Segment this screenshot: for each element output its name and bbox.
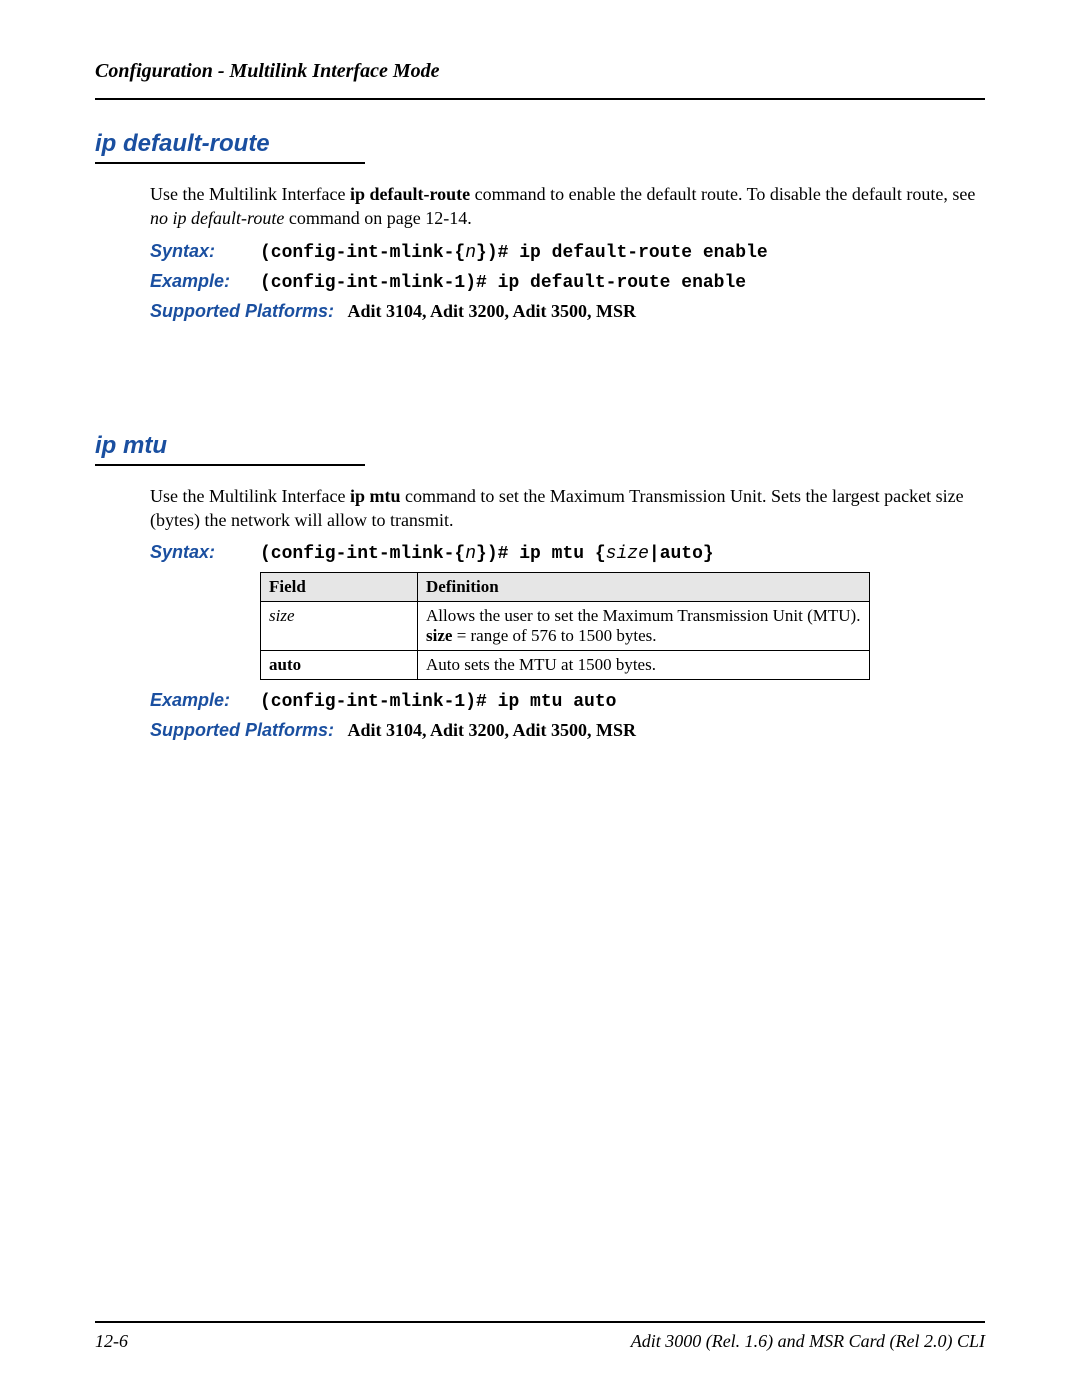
syntax-code: }: [703, 544, 714, 564]
field-table: Field Definition size Allows the user to…: [260, 572, 870, 680]
cell-definition: Allows the user to set the Maximum Trans…: [418, 602, 870, 651]
intro-text: Use the Multilink Interface: [150, 486, 350, 506]
table-header-row: Field Definition: [261, 573, 870, 602]
example-value: (config-int-mlink-1)# ip default-route e…: [260, 273, 985, 293]
def-text: Allows the user to set the Maximum Trans…: [426, 606, 860, 625]
section1-platforms: Supported Platforms: Adit 3104, Adit 320…: [150, 301, 985, 322]
platforms-label: Supported Platforms:: [150, 720, 334, 740]
col-definition: Definition: [418, 573, 870, 602]
syntax-row: Syntax: (config-int-mlink-{n})# ip mtu {…: [150, 542, 985, 564]
section-title-ip-mtu: ip mtu: [95, 432, 985, 460]
section-title-underline: [95, 162, 365, 164]
section2-syntax: Syntax: (config-int-mlink-{n})# ip mtu {…: [150, 542, 985, 564]
platforms-value: Adit 3104, Adit 3200, Adit 3500, MSR: [348, 720, 637, 740]
example-label: Example:: [150, 271, 260, 292]
intro-ref: no ip default-route: [150, 208, 284, 228]
intro-text: command on page 12-14.: [284, 208, 471, 228]
section2-example: Example: (config-int-mlink-1)# ip mtu au…: [150, 690, 985, 712]
platforms-value: Adit 3104, Adit 3200, Adit 3500, MSR: [348, 301, 637, 321]
table-row: auto Auto sets the MTU at 1500 bytes.: [261, 651, 870, 680]
syntax-var: n: [465, 243, 476, 263]
section2-platforms: Supported Platforms: Adit 3104, Adit 320…: [150, 720, 985, 741]
doc-title: Adit 3000 (Rel. 1.6) and MSR Card (Rel 2…: [631, 1331, 985, 1352]
syntax-label: Syntax:: [150, 542, 260, 563]
running-title: Configuration - Multilink Interface Mode: [95, 60, 985, 83]
footer-rule: [95, 1321, 985, 1323]
syntax-var: n: [465, 544, 476, 564]
syntax-code: })# ip mtu {: [476, 544, 606, 564]
syntax-var: size: [606, 544, 649, 564]
syntax-value: (config-int-mlink-{n})# ip default-route…: [260, 241, 985, 263]
def-text: = range of 576 to 1500 bytes.: [452, 626, 656, 645]
cell-definition: Auto sets the MTU at 1500 bytes.: [418, 651, 870, 680]
section-title-ip-default-route: ip default-route: [95, 130, 985, 158]
intro-text: Use the Multilink Interface: [150, 184, 350, 204]
section1-intro: Use the Multilink Interface ip default-r…: [150, 182, 985, 231]
platforms-label: Supported Platforms:: [150, 301, 334, 321]
section1-definitions: Syntax: (config-int-mlink-{n})# ip defau…: [150, 241, 985, 293]
syntax-code: })# ip default-route enable: [476, 243, 768, 263]
example-value: (config-int-mlink-1)# ip mtu auto: [260, 692, 985, 712]
syntax-code: auto: [660, 544, 703, 564]
table-row: size Allows the user to set the Maximum …: [261, 602, 870, 651]
page-footer: 12-6 Adit 3000 (Rel. 1.6) and MSR Card (…: [95, 1321, 985, 1352]
intro-cmd: ip mtu: [350, 486, 401, 506]
syntax-label: Syntax:: [150, 241, 260, 262]
page-number: 12-6: [95, 1331, 128, 1352]
intro-cmd: ip default-route: [350, 184, 470, 204]
cell-field: size: [261, 602, 418, 651]
cell-field: auto: [261, 651, 418, 680]
syntax-code: (config-int-mlink-{: [260, 243, 465, 263]
example-row: Example: (config-int-mlink-1)# ip mtu au…: [150, 690, 985, 712]
page: Configuration - Multilink Interface Mode…: [0, 0, 1080, 1397]
header-rule: [95, 98, 985, 100]
intro-text: command to enable the default route. To …: [470, 184, 975, 204]
example-row: Example: (config-int-mlink-1)# ip defaul…: [150, 271, 985, 293]
section2-intro: Use the Multilink Interface ip mtu comma…: [150, 484, 985, 533]
syntax-code: (config-int-mlink-{: [260, 544, 465, 564]
syntax-row: Syntax: (config-int-mlink-{n})# ip defau…: [150, 241, 985, 263]
col-field: Field: [261, 573, 418, 602]
syntax-value: (config-int-mlink-{n})# ip mtu {size|aut…: [260, 542, 985, 564]
example-label: Example:: [150, 690, 260, 711]
def-key: size: [426, 626, 452, 645]
syntax-code: |: [649, 544, 660, 564]
section-title-underline: [95, 464, 365, 466]
